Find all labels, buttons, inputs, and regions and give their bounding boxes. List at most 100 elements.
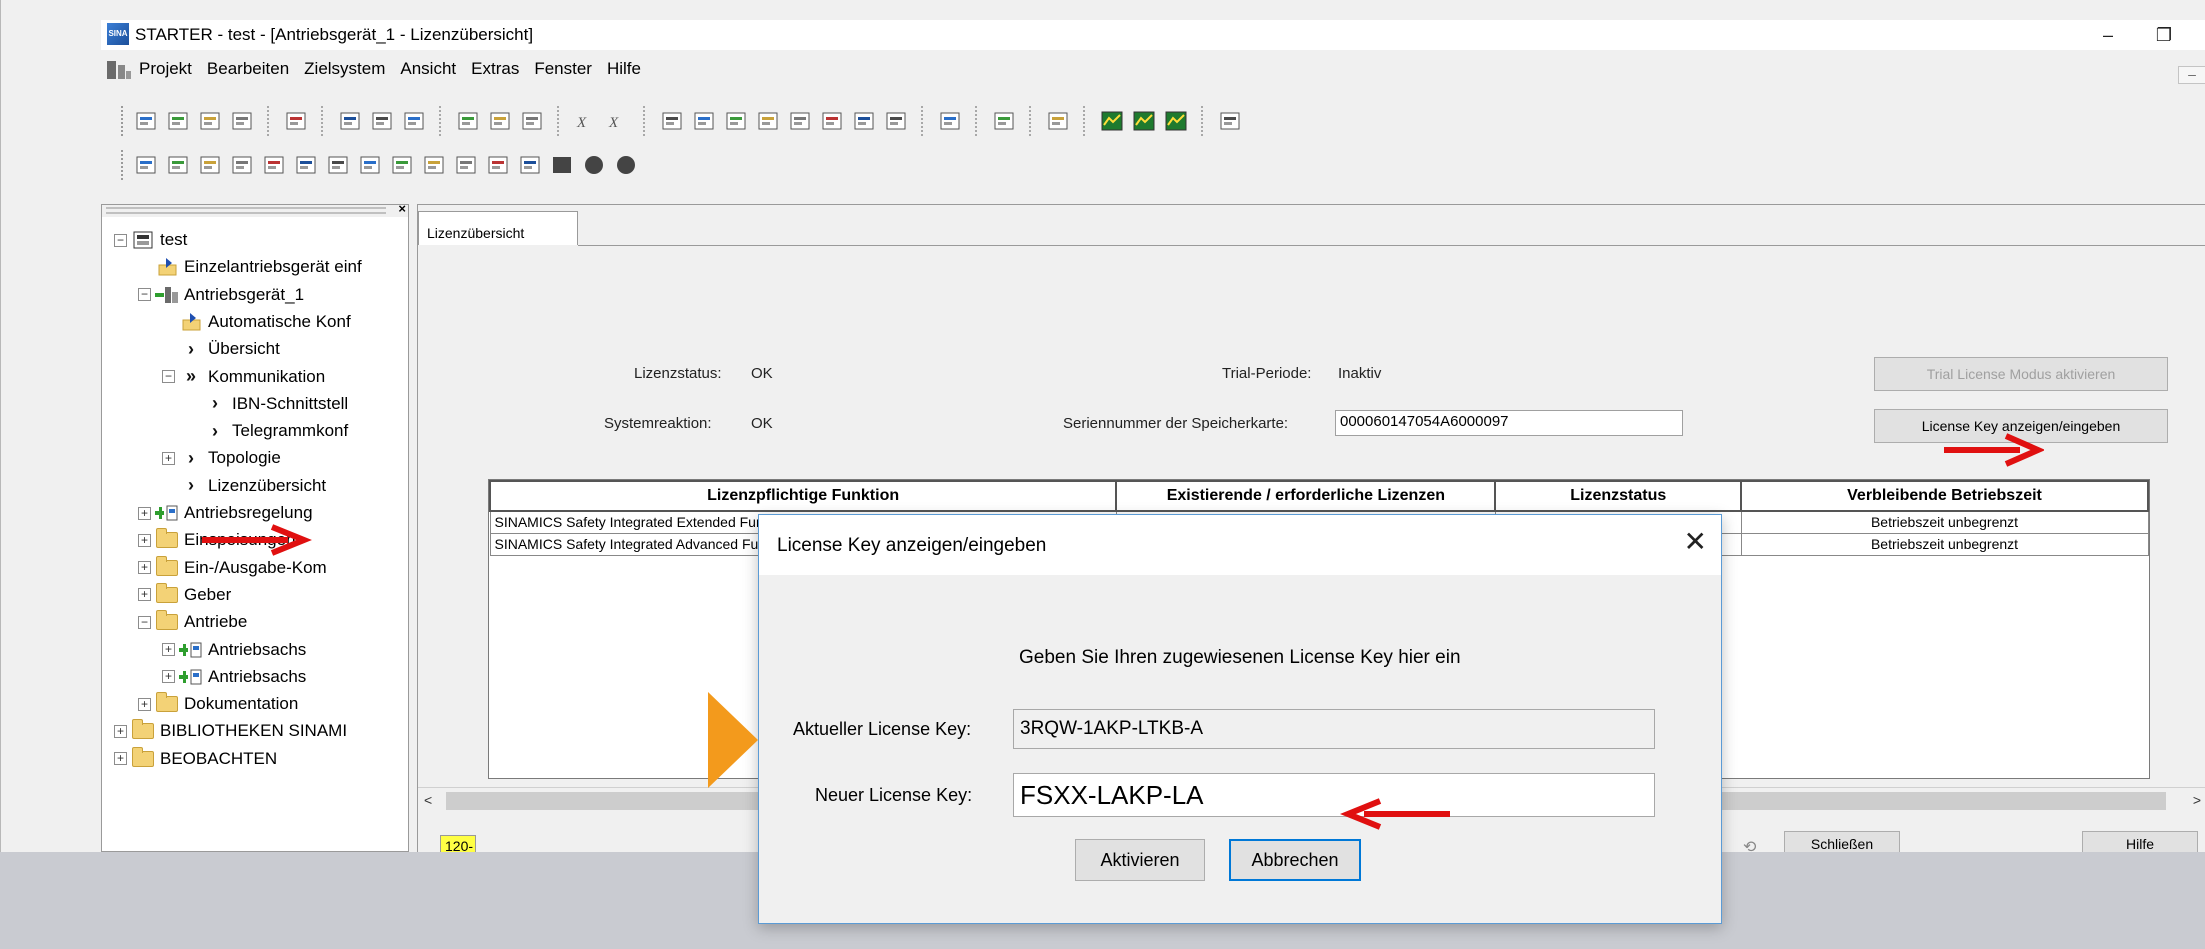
cancel-button[interactable]: Abbrechen bbox=[1229, 839, 1361, 881]
tree-node[interactable]: + Dokumentation bbox=[138, 691, 410, 717]
undo-icon[interactable] bbox=[453, 106, 483, 136]
gear-icon[interactable] bbox=[163, 150, 193, 180]
expand-icon[interactable]: + bbox=[138, 533, 151, 547]
expand-icon[interactable]: + bbox=[138, 697, 151, 711]
save-compile-icon[interactable] bbox=[227, 106, 257, 136]
scroll-left-arrow[interactable]: < bbox=[424, 792, 432, 808]
display-icon[interactable] bbox=[131, 150, 161, 180]
menu-projekt[interactable]: Projekt bbox=[139, 59, 201, 79]
expand-icon[interactable]: + bbox=[162, 451, 175, 465]
copy-icon[interactable] bbox=[367, 106, 397, 136]
activate-button[interactable]: Aktivieren bbox=[1075, 839, 1205, 881]
dialog-close-button[interactable]: ✕ bbox=[1684, 527, 1707, 557]
tree-node[interactable]: + Geber bbox=[138, 582, 410, 608]
tree-node[interactable]: + BEOBACHTEN bbox=[114, 746, 410, 772]
scroll-right-arrow[interactable]: > bbox=[2193, 792, 2201, 808]
print-icon[interactable] bbox=[281, 106, 311, 136]
save-cpu-icon[interactable] bbox=[881, 106, 911, 136]
trace-icon[interactable] bbox=[1097, 106, 1127, 136]
chart-b-icon[interactable] bbox=[355, 150, 385, 180]
open-icon[interactable] bbox=[163, 106, 193, 136]
tree-node[interactable]: − test bbox=[114, 227, 410, 253]
navigator-grip[interactable] bbox=[106, 207, 386, 214]
expand-icon[interactable]: + bbox=[138, 588, 151, 602]
menu-hilfe[interactable]: Hilfe bbox=[607, 59, 650, 79]
column-header[interactable]: Lizenzpflichtige Funktion bbox=[488, 480, 1118, 512]
upload-icon[interactable] bbox=[721, 106, 751, 136]
expand-icon[interactable]: + bbox=[162, 643, 175, 656]
menu-bearbeiten[interactable]: Bearbeiten bbox=[207, 59, 298, 79]
download-icon[interactable] bbox=[689, 106, 719, 136]
column-header[interactable]: Lizenzstatus bbox=[1494, 480, 1743, 512]
expand-icon[interactable]: + bbox=[114, 724, 127, 738]
menu-extras[interactable]: Extras bbox=[471, 59, 528, 79]
tree-node[interactable]: − Antriebe bbox=[138, 609, 410, 635]
tree-node[interactable]: › Lizenzübersicht bbox=[162, 473, 410, 499]
column-header[interactable]: Existierende / erforderliche Lizenzen bbox=[1115, 480, 1497, 512]
mdi-minimize-button[interactable]: – bbox=[2178, 66, 2205, 84]
redo-icon[interactable] bbox=[485, 106, 515, 136]
control-panel-icon[interactable] bbox=[1043, 106, 1073, 136]
save-icon[interactable] bbox=[195, 106, 225, 136]
accessible-nodes-icon[interactable] bbox=[989, 106, 1019, 136]
refresh-icon[interactable]: ⟲ bbox=[1743, 837, 1756, 852]
load-icon[interactable] bbox=[817, 106, 847, 136]
trace-2-icon[interactable] bbox=[1129, 106, 1159, 136]
expand-icon[interactable]: + bbox=[162, 670, 175, 684]
paste-icon[interactable] bbox=[399, 106, 429, 136]
tree-node[interactable]: › Übersicht bbox=[162, 336, 410, 362]
ref-icon[interactable] bbox=[785, 106, 815, 136]
circle-a-icon[interactable] bbox=[579, 150, 609, 180]
collapse-icon[interactable]: − bbox=[138, 288, 151, 302]
collapse-icon[interactable]: − bbox=[114, 233, 127, 247]
layout-icon[interactable] bbox=[1215, 106, 1245, 136]
new-icon[interactable] bbox=[131, 106, 161, 136]
toolbar-grip[interactable] bbox=[121, 150, 125, 180]
chart-a-icon[interactable] bbox=[323, 150, 353, 180]
toolbar-grip[interactable] bbox=[121, 106, 125, 136]
block-b-icon[interactable] bbox=[451, 150, 481, 180]
tree-node[interactable]: + › Topologie bbox=[162, 445, 410, 471]
tree-node[interactable]: Automatische Konf bbox=[162, 309, 410, 335]
expand-icon[interactable]: + bbox=[138, 561, 151, 575]
tree-node[interactable]: + Ein-/Ausgabe-Kom bbox=[138, 555, 410, 581]
connect-icon[interactable] bbox=[657, 106, 687, 136]
restore-button[interactable]: ❐ bbox=[2141, 20, 2187, 50]
minimize-button[interactable]: – bbox=[2085, 20, 2131, 50]
tree-node[interactable]: + BIBLIOTHEKEN SINAMI bbox=[114, 718, 410, 744]
menu-fenster[interactable]: Fenster bbox=[534, 59, 601, 79]
tree-node[interactable]: + Antriebsachs bbox=[162, 637, 410, 663]
circle-b-icon[interactable] bbox=[611, 150, 641, 180]
tree-node[interactable]: − Antriebsgerät_1 bbox=[138, 282, 410, 308]
load-cpu-icon[interactable] bbox=[849, 106, 879, 136]
tree-node[interactable]: › Telegrammkonf bbox=[186, 418, 410, 444]
chart-c-icon[interactable] bbox=[387, 150, 417, 180]
xe-icon[interactable]: X bbox=[603, 106, 633, 136]
xi-icon[interactable]: X bbox=[571, 106, 601, 136]
column-header[interactable]: Verbleibende Betriebszeit bbox=[1740, 480, 2149, 512]
cut-icon[interactable] bbox=[335, 106, 365, 136]
tree-node[interactable]: › IBN-Schnittstell bbox=[186, 391, 410, 417]
trace-3-icon[interactable] bbox=[1161, 106, 1191, 136]
block-d-icon[interactable] bbox=[515, 150, 545, 180]
close-button[interactable]: Schließen bbox=[1784, 831, 1900, 852]
navigator-close-button[interactable]: × bbox=[398, 201, 406, 216]
menu-zielsystem[interactable]: Zielsystem bbox=[304, 59, 394, 79]
new-key-input[interactable]: FSXX-LAKP-LA bbox=[1013, 773, 1655, 817]
tree-node[interactable]: Einzelantriebsgerät einf bbox=[138, 254, 410, 280]
help-button[interactable]: Hilfe bbox=[2082, 831, 2198, 852]
help-cursor-icon[interactable] bbox=[517, 106, 547, 136]
stop-square-icon[interactable] bbox=[547, 150, 577, 180]
tree-node[interactable]: + Antriebsachs bbox=[162, 664, 410, 690]
copy-ram-rom-icon[interactable] bbox=[753, 106, 783, 136]
pulse-icon[interactable] bbox=[259, 150, 289, 180]
ladder-icon[interactable] bbox=[195, 150, 225, 180]
expand-icon[interactable]: + bbox=[114, 752, 127, 766]
menu-ansicht[interactable]: Ansicht bbox=[400, 59, 465, 79]
lad-icon[interactable] bbox=[291, 150, 321, 180]
copy-icon-2[interactable] bbox=[935, 106, 965, 136]
tree-node[interactable]: −» Kommunikation bbox=[162, 364, 410, 390]
block-c-icon[interactable] bbox=[483, 150, 513, 180]
filter-icon[interactable] bbox=[227, 150, 257, 180]
block-a-icon[interactable] bbox=[419, 150, 449, 180]
